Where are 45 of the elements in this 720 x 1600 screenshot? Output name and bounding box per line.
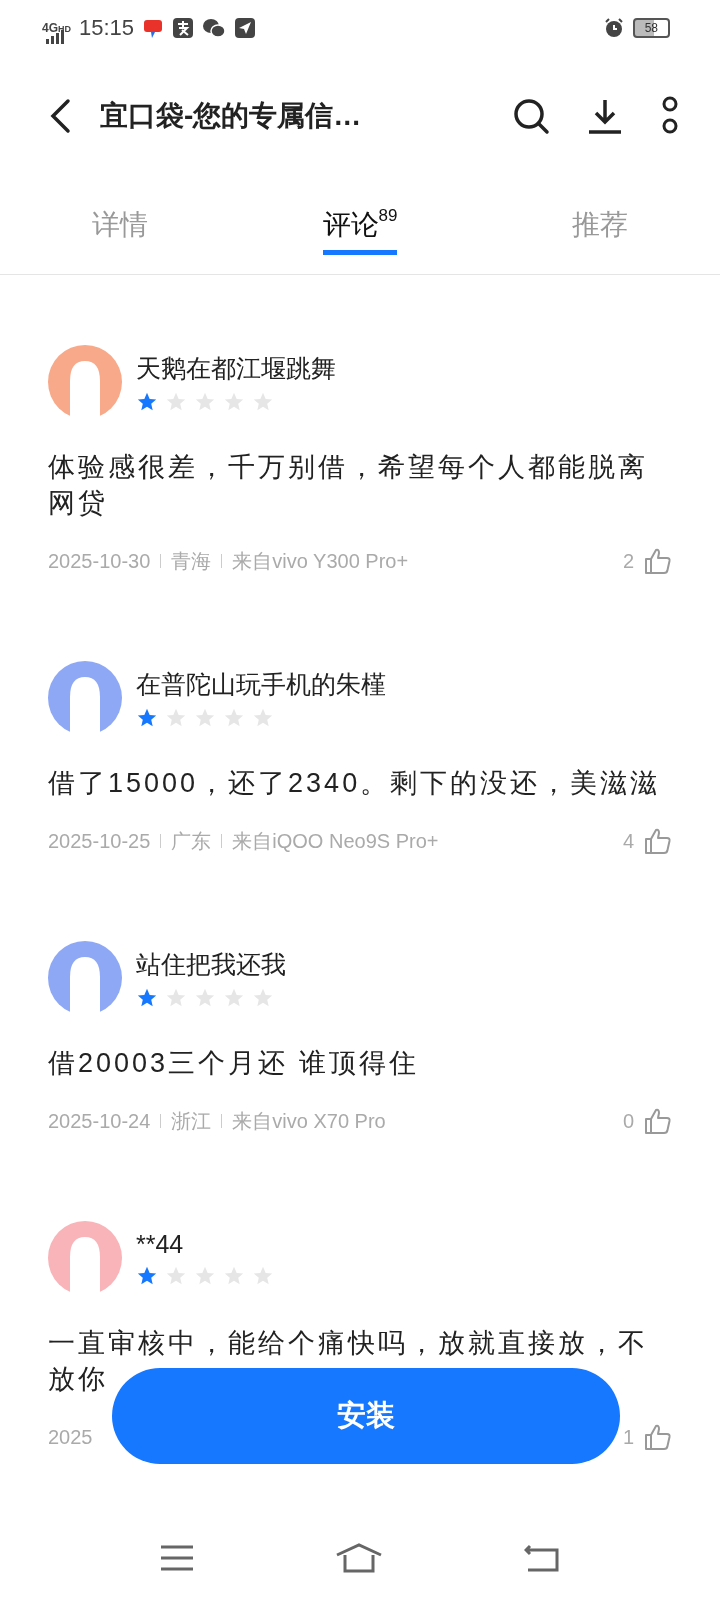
home-icon[interactable] [335,1543,383,1573]
battery-indicator: 58 [632,18,670,38]
like-count: 2 [622,549,634,573]
more-icon[interactable] [660,96,680,136]
send-icon [234,17,257,39]
review-date: 2025-10-30 [48,549,151,573]
back-icon[interactable] [48,98,72,134]
reviewer-name: **44 [136,1229,185,1259]
review-text: 借了15000，还了2340。剩下的没还，美滋滋 [48,767,662,800]
thumbs-up-icon[interactable] [644,1423,672,1451]
network-type: 4G [42,21,58,35]
back-nav-icon[interactable] [523,1544,560,1572]
review-region: 广东 [171,828,212,854]
clock-time: 15:15 [79,15,135,41]
thumbs-up-icon[interactable] [644,547,672,575]
review-region: 浙江 [171,1108,212,1134]
menu-icon[interactable] [160,1545,195,1571]
review-date: 2025 [48,1425,93,1449]
review-device: 来自vivo X70 Pro [232,1108,386,1134]
thumbs-up-icon[interactable] [644,1107,672,1135]
review-date: 2025-10-25 [48,829,151,853]
tab[interactable]: 评论$^{89}$ [322,195,398,255]
reviewer-name: 在普陀山玩手机的朱槿 [136,668,386,700]
like-count: 1 [622,1425,634,1449]
like-count: 0 [622,1109,634,1133]
thumbs-up-icon[interactable] [644,827,672,855]
review-date: 2025-10-24 [48,1109,151,1133]
chat-icon [202,17,227,39]
like-count: 4 [622,829,634,853]
review-device: 来自iQOO Neo9S Pro+ [232,828,439,854]
tab[interactable]: 详情 [92,195,148,255]
install-button[interactable]: 安装 [112,1368,620,1464]
signal-icon [45,30,67,44]
app-notification-icon [172,17,195,39]
reviewer-name: 站住把我还我 [136,948,286,980]
app-title: 宜口袋-您的专属信… [100,99,363,133]
review-text: 借20003三个月还 谁顶得住 [48,1047,420,1080]
review-region: 青海 [171,548,212,574]
review-device: 来自vivo Y300 Pro+ [232,548,409,574]
notification-icon [142,17,165,39]
search-icon[interactable] [512,97,550,135]
download-icon[interactable] [586,97,624,135]
tab[interactable]: 推荐 [572,195,628,255]
reviewer-name: 天鹅在都江堰跳舞 [136,352,336,384]
review-text: 体验感很差，千万别借，希望每个人都能脱离网贷 [48,451,649,520]
